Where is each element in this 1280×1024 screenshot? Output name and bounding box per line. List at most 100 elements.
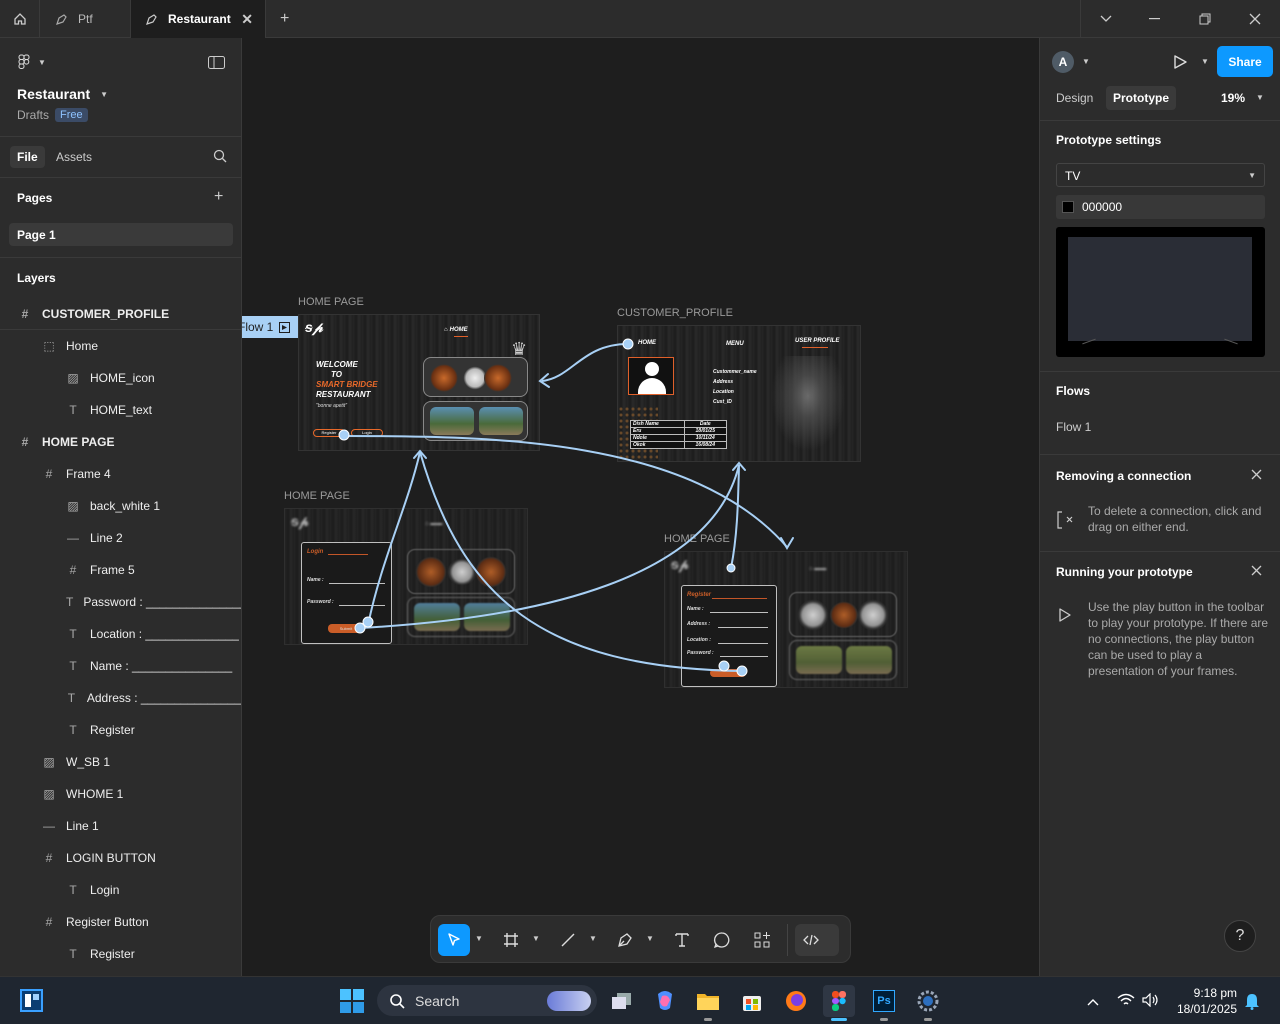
layer-password[interactable]: T Password : _______________ xyxy=(0,586,241,618)
layer-register-button[interactable]: # Register Button xyxy=(0,906,241,938)
photoshop-icon[interactable]: Ps xyxy=(868,985,900,1017)
chevron-down-icon[interactable]: ▼ xyxy=(1082,57,1090,66)
layer-home-page[interactable]: # HOME PAGE xyxy=(0,426,241,458)
flow-item[interactable]: Flow 1 xyxy=(1056,420,1091,434)
close-icon[interactable] xyxy=(1251,469,1262,483)
volume-icon[interactable] xyxy=(1142,992,1160,1010)
layer-line-2[interactable]: — Line 2 xyxy=(0,522,241,554)
layer-frame-5[interactable]: # Frame 5 xyxy=(0,554,241,586)
chevron-down-icon: ▼ xyxy=(38,57,46,67)
layer-frame-4[interactable]: # Frame 4 xyxy=(0,458,241,490)
layer-customer-profile[interactable]: # CUSTOMER_PROFILE xyxy=(0,298,241,330)
layer-whome[interactable]: ▨ WHOME 1 xyxy=(0,778,241,810)
widgets-icon[interactable] xyxy=(20,989,43,1012)
prototype-settings-title: Prototype settings xyxy=(1056,133,1162,147)
tab-assets[interactable]: Assets xyxy=(56,150,92,164)
text-tool-icon[interactable] xyxy=(666,924,698,956)
text-icon: T xyxy=(69,947,77,961)
chevron-down-icon: ▼ xyxy=(100,89,109,99)
chevron-down-icon[interactable]: ▼ xyxy=(532,934,540,943)
chevron-down-icon[interactable]: ▼ xyxy=(475,934,483,943)
comment-tool-icon[interactable] xyxy=(706,924,738,956)
wifi-icon[interactable] xyxy=(1117,993,1135,1010)
figma-app-icon[interactable] xyxy=(823,985,855,1017)
connection-login-submit-to-customer xyxy=(359,464,740,629)
color-swatch[interactable] xyxy=(1062,201,1074,213)
pen-tool-icon[interactable] xyxy=(609,924,641,956)
line-tool-icon[interactable] xyxy=(552,924,584,956)
device-select[interactable]: TV ▼ xyxy=(1056,163,1265,187)
firefox-icon[interactable] xyxy=(780,985,812,1017)
pages-title: Pages xyxy=(17,191,53,205)
pen-icon xyxy=(56,13,67,25)
share-button[interactable]: Share xyxy=(1217,46,1273,77)
avatar[interactable]: A xyxy=(1052,51,1074,73)
tab-file[interactable]: File xyxy=(10,146,45,168)
clock-date[interactable]: 18/01/2025 xyxy=(1165,1002,1237,1016)
tab-prototype[interactable]: Prototype xyxy=(1106,86,1177,110)
title-bar: Ptf Restaurant ✕ + xyxy=(0,0,1280,38)
layer-back-white[interactable]: ▨ back_white 1 xyxy=(0,490,241,522)
background-color-field[interactable]: 000000 xyxy=(1056,195,1265,219)
active-indicator xyxy=(831,1018,847,1021)
notification-bell-icon[interactable] xyxy=(1244,992,1260,1013)
close-tab-icon[interactable]: ✕ xyxy=(241,11,253,28)
tab-label: Restaurant xyxy=(168,12,231,26)
layer-register-text[interactable]: T Register xyxy=(0,714,241,746)
settings-icon[interactable] xyxy=(912,985,944,1017)
tab-restaurant[interactable]: Restaurant ✕ xyxy=(131,0,266,38)
page-item[interactable]: Page 1 xyxy=(9,223,233,246)
chevron-down-icon[interactable]: ▼ xyxy=(1256,93,1264,102)
file-explorer-icon[interactable] xyxy=(692,985,724,1017)
tab-design[interactable]: Design xyxy=(1056,91,1093,105)
task-view-icon[interactable] xyxy=(606,985,638,1017)
new-tab-icon[interactable]: + xyxy=(280,10,289,28)
layer-location[interactable]: T Location : ______________ xyxy=(0,618,241,650)
running-indicator xyxy=(880,1018,888,1021)
chevron-down-icon[interactable] xyxy=(1080,0,1130,38)
sidebar-toggle-icon[interactable] xyxy=(208,56,225,72)
search-icon[interactable] xyxy=(213,149,227,166)
layer-register-text-2[interactable]: T Register xyxy=(0,938,241,970)
copilot-icon[interactable] xyxy=(649,985,681,1017)
actions-tool-icon[interactable] xyxy=(746,924,778,956)
store-icon[interactable] xyxy=(736,985,768,1017)
chevron-down-icon[interactable]: ▼ xyxy=(589,934,597,943)
layer-name[interactable]: T Name : _______________ xyxy=(0,650,241,682)
layer-home[interactable]: ⬚ Home xyxy=(0,330,241,362)
layer-home-text[interactable]: T HOME_text xyxy=(0,394,241,426)
search-box[interactable]: Search xyxy=(377,985,597,1016)
minimize-icon[interactable] xyxy=(1130,0,1180,38)
move-tool-icon[interactable] xyxy=(438,924,470,956)
canvas[interactable]: Flow 1 HOME PAGE ᵴ𝓅 ⌂ HOME WELCOME TO SM… xyxy=(242,38,1039,976)
dev-mode-toggle[interactable] xyxy=(795,924,839,956)
zoom-level[interactable]: 19% xyxy=(1221,91,1245,105)
start-icon[interactable] xyxy=(340,989,364,1016)
play-icon[interactable] xyxy=(1172,54,1188,73)
clock-time[interactable]: 9:18 pm xyxy=(1173,986,1237,1000)
show-hidden-icons-chevron-icon[interactable] xyxy=(1087,995,1099,1009)
tab-ptf[interactable]: Ptf xyxy=(41,0,131,38)
chevron-down-icon[interactable]: ▼ xyxy=(1201,57,1209,66)
home-icon[interactable] xyxy=(0,0,40,38)
restore-icon[interactable] xyxy=(1180,0,1230,38)
close-window-icon[interactable] xyxy=(1230,0,1280,38)
add-page-icon[interactable]: + xyxy=(214,188,223,206)
chevron-down-icon[interactable]: ▼ xyxy=(646,934,654,943)
close-icon[interactable] xyxy=(1251,565,1262,579)
layer-home-icon[interactable]: ▨ HOME_icon xyxy=(0,362,241,394)
main-menu-button[interactable]: ▼ xyxy=(18,54,46,70)
text-icon: T xyxy=(69,723,77,737)
file-name[interactable]: Restaurant ▼ xyxy=(17,86,108,102)
layer-line-1[interactable]: — Line 1 xyxy=(0,810,241,842)
layer-login-button[interactable]: # LOGIN BUTTON xyxy=(0,842,241,874)
layer-address[interactable]: T Address : _______________ xyxy=(0,682,241,714)
prototype-connections[interactable] xyxy=(242,38,1039,976)
layer-login-text[interactable]: T Login xyxy=(0,874,241,906)
frame-tool-icon[interactable] xyxy=(495,924,527,956)
help-button[interactable]: ? xyxy=(1224,920,1256,952)
chevron-down-icon: ▼ xyxy=(1248,171,1256,180)
running-prototype-text: Use the play button in the toolbar to pl… xyxy=(1088,600,1269,678)
layer-w-sb[interactable]: ▨ W_SB 1 xyxy=(0,746,241,778)
figma-logo-icon xyxy=(18,54,30,69)
